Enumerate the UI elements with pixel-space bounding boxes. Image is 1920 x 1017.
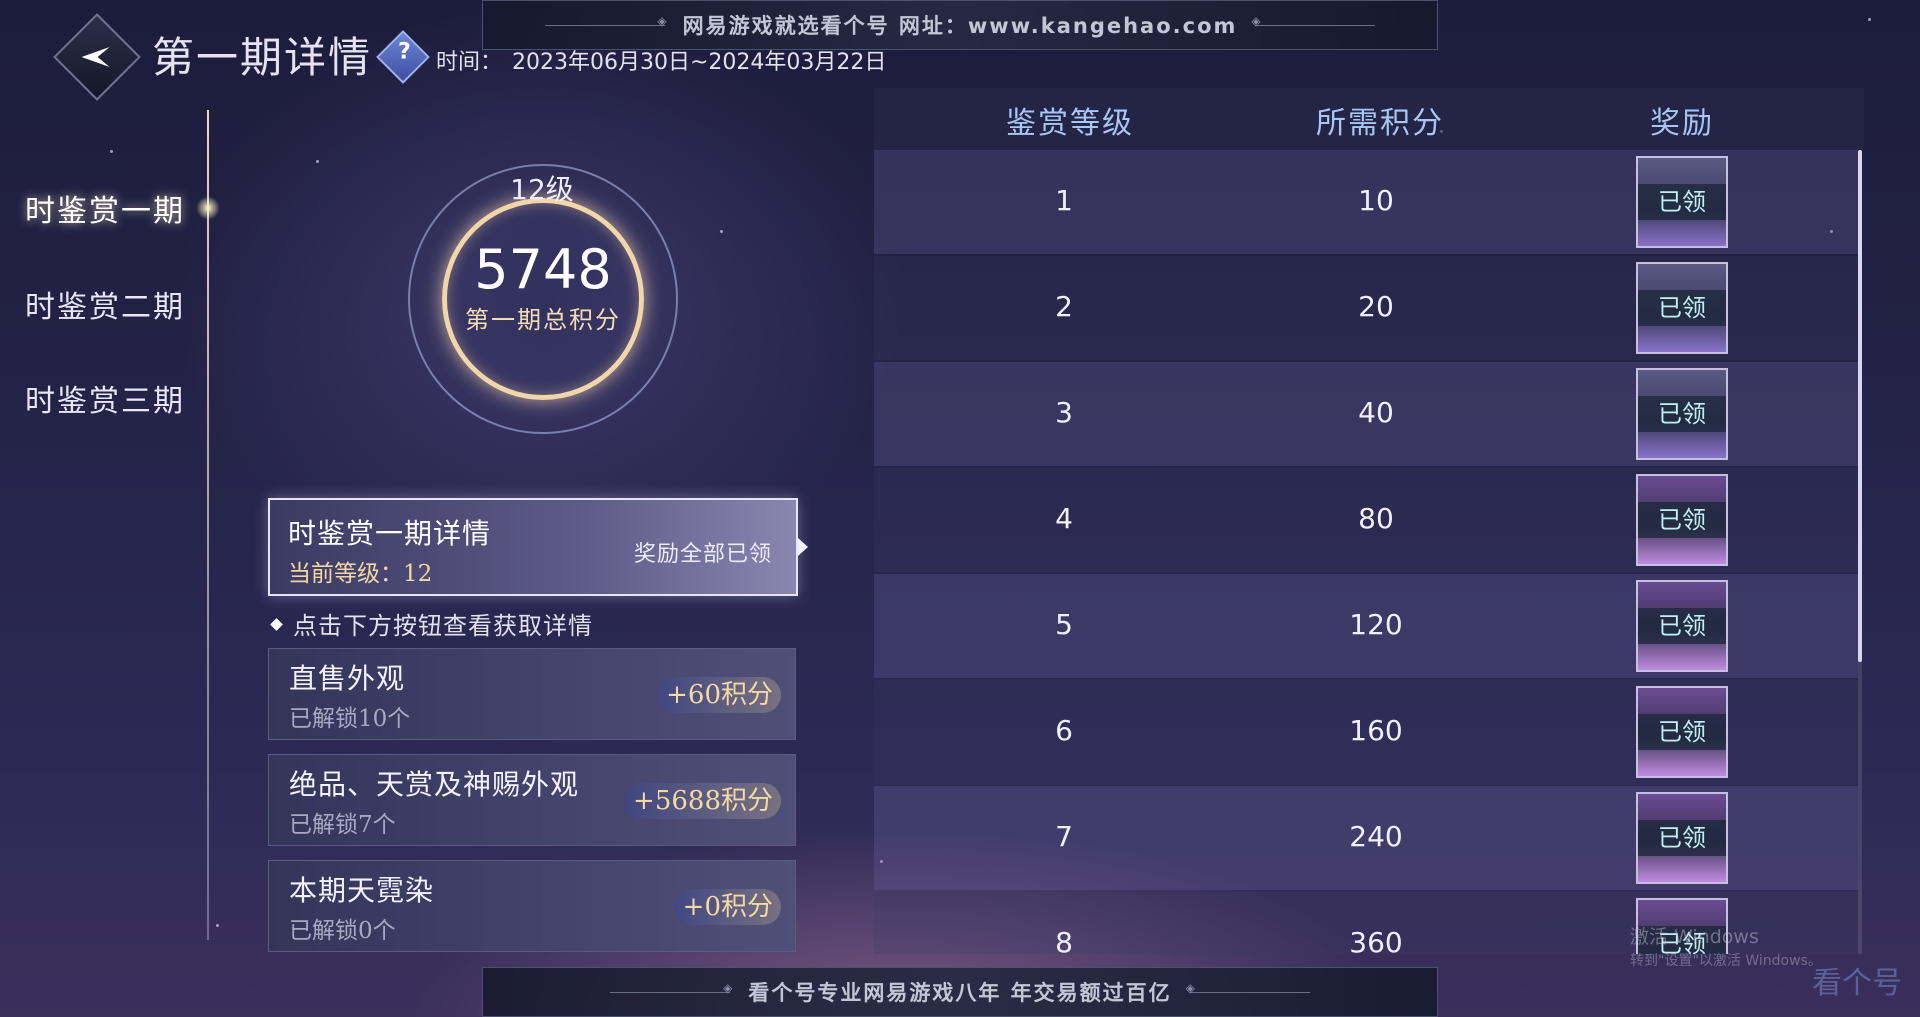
source-title: 绝品、天赏及神赐外观 bbox=[289, 768, 580, 801]
reward-claimed-label: 已领 bbox=[1638, 502, 1726, 538]
cell-level: 2 bbox=[1055, 290, 1073, 323]
table-row: 2 20 已领 bbox=[874, 256, 1858, 360]
column-header-points: 所需积分 bbox=[1316, 106, 1444, 141]
total-score: 5748 bbox=[474, 238, 612, 301]
table-row: 4 80 已领 bbox=[874, 468, 1858, 572]
current-level: 当前等级：12 bbox=[288, 561, 433, 587]
period-detail-title: 时鉴赏一期详情 bbox=[288, 517, 492, 550]
reward-item[interactable]: 已领 bbox=[1636, 792, 1728, 884]
reward-table: 鉴赏等级 所需积分 奖励 1 10 已领 2 20 已领 3 40 已领 4 8… bbox=[874, 88, 1864, 954]
cell-points: 20 bbox=[1358, 290, 1394, 323]
source-title: 直售外观 bbox=[289, 662, 406, 695]
cell-points: 40 bbox=[1358, 396, 1394, 429]
cell-points: 160 bbox=[1349, 714, 1403, 747]
reward-item[interactable]: 已领 bbox=[1636, 156, 1728, 248]
star-decoration bbox=[720, 230, 723, 233]
table-row: 6 160 已领 bbox=[874, 680, 1858, 784]
column-header-level: 鉴赏等级 bbox=[1006, 106, 1134, 141]
source-card-dye[interactable]: 本期天霓染 已解锁0个 +0积分 bbox=[268, 860, 796, 952]
scrollbar-thumb[interactable] bbox=[1858, 150, 1862, 662]
site-logo-watermark: 看个号 bbox=[1812, 966, 1902, 1001]
appreciation-level: 12级 bbox=[510, 173, 574, 206]
time-range: 2023年06月30日~2024年03月22日 bbox=[512, 50, 887, 75]
table-row: 1 10 已领 bbox=[874, 150, 1858, 254]
star-decoration bbox=[316, 160, 319, 163]
windows-activation-notice: 激活 Windows bbox=[1630, 926, 1759, 948]
source-points: +5688积分 bbox=[625, 783, 781, 819]
reward-claimed-label: 已领 bbox=[1638, 608, 1726, 644]
source-card-direct-sale[interactable]: 直售外观 已解锁10个 +60积分 bbox=[268, 648, 796, 740]
cell-level: 8 bbox=[1055, 926, 1073, 954]
cell-level: 6 bbox=[1055, 714, 1073, 747]
time-label: 时间： bbox=[436, 50, 503, 75]
bottom-ad-banner: 看个号专业网易游戏八年 年交易额过百亿 bbox=[482, 967, 1438, 1017]
cell-level: 1 bbox=[1055, 184, 1073, 217]
reward-claimed-label: 已领 bbox=[1638, 184, 1726, 220]
cell-level: 7 bbox=[1055, 820, 1073, 853]
sidebar-item-period-2[interactable]: 时鉴赏二期 bbox=[25, 282, 185, 326]
top-ad-banner: 网易游戏就选看个号 网址：www.kangehao.com bbox=[482, 0, 1438, 50]
reward-claimed-label: 已领 bbox=[1638, 714, 1726, 750]
cell-points: 240 bbox=[1349, 820, 1403, 853]
source-unlocked-count: 已解锁0个 bbox=[289, 918, 396, 944]
back-button[interactable] bbox=[53, 13, 141, 101]
star-decoration bbox=[110, 150, 113, 153]
reward-claimed-label: 已领 bbox=[1638, 820, 1726, 856]
cell-points: 360 bbox=[1349, 926, 1403, 954]
table-header: 鉴赏等级 所需积分 奖励 bbox=[874, 88, 1864, 150]
source-unlocked-count: 已解锁10个 bbox=[289, 706, 411, 732]
banner-ornament bbox=[610, 981, 734, 995]
source-unlocked-count: 已解锁7个 bbox=[289, 812, 396, 838]
total-score-caption: 第一期总积分 bbox=[465, 306, 621, 334]
table-row: 3 40 已领 bbox=[874, 362, 1858, 466]
selected-pointer-icon bbox=[798, 538, 808, 556]
hint-text: 点击下方按钮查看获取详情 bbox=[270, 606, 593, 641]
cell-points: 10 bbox=[1358, 184, 1394, 217]
cell-level: 4 bbox=[1055, 502, 1073, 535]
sidebar-item-period-1[interactable]: 时鉴赏一期 bbox=[25, 186, 185, 230]
table-row: 5 120 已领 bbox=[874, 574, 1858, 678]
star-decoration bbox=[1868, 18, 1871, 21]
diamond-bullet-icon bbox=[270, 618, 283, 631]
reward-item[interactable]: 已领 bbox=[1636, 580, 1728, 672]
banner-ornament bbox=[544, 14, 669, 28]
table-row: 7 240 已领 bbox=[874, 786, 1858, 890]
reward-item[interactable]: 已领 bbox=[1636, 368, 1728, 460]
reward-claimed-label: 已领 bbox=[1638, 290, 1726, 326]
cell-points: 120 bbox=[1349, 608, 1403, 641]
page-title: 第一期详情 bbox=[152, 33, 373, 82]
source-points: +0积分 bbox=[674, 889, 781, 925]
period-detail-card[interactable]: 时鉴赏一期详情 当前等级：12 奖励全部已领 bbox=[268, 498, 808, 596]
back-arrow-icon bbox=[81, 47, 110, 67]
reward-item[interactable]: 已领 bbox=[1636, 686, 1728, 778]
banner-ornament bbox=[1251, 14, 1376, 28]
source-title: 本期天霓染 bbox=[289, 874, 435, 907]
cell-points: 80 bbox=[1358, 502, 1394, 535]
banner-ornament bbox=[1186, 981, 1310, 995]
star-decoration bbox=[216, 924, 219, 927]
sidebar-divider bbox=[207, 110, 209, 940]
sidebar-active-glow bbox=[196, 196, 220, 220]
cell-level: 3 bbox=[1055, 396, 1073, 429]
reward-item[interactable]: 已领 bbox=[1636, 262, 1728, 354]
windows-activation-hint: 转到"设置"以激活 Windows。 bbox=[1630, 953, 1822, 969]
banner-text: 网易游戏就选看个号 网址：www.kangehao.com bbox=[682, 14, 1238, 38]
source-points: +60积分 bbox=[658, 677, 781, 713]
cell-level: 5 bbox=[1055, 608, 1073, 641]
reward-status: 奖励全部已领 bbox=[633, 542, 772, 567]
sidebar-item-period-3[interactable]: 时鉴赏三期 bbox=[25, 376, 185, 420]
help-icon[interactable]: ? bbox=[376, 30, 430, 84]
column-header-reward: 奖励 bbox=[1650, 106, 1714, 141]
reward-item[interactable]: 已领 bbox=[1636, 474, 1728, 566]
reward-claimed-label: 已领 bbox=[1638, 396, 1726, 432]
source-card-premium-outfits[interactable]: 绝品、天赏及神赐外观 已解锁7个 +5688积分 bbox=[268, 754, 796, 846]
banner-text: 看个号专业网易游戏八年 年交易额过百亿 bbox=[748, 981, 1172, 1005]
